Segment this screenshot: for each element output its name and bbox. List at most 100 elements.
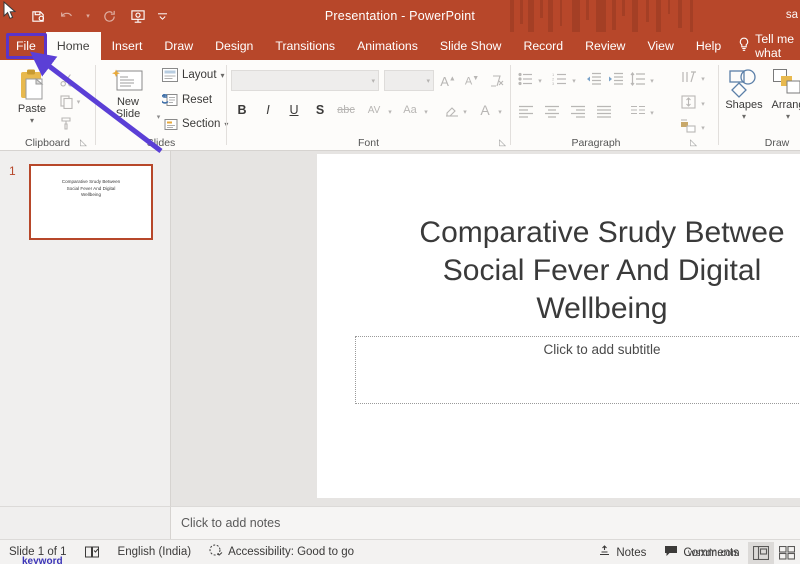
slide-sorter-icon[interactable] bbox=[774, 542, 800, 564]
font-color-label: A bbox=[480, 102, 490, 118]
change-case-button[interactable]: Aa bbox=[399, 100, 421, 120]
underline-button[interactable]: U bbox=[284, 100, 304, 120]
thumbnail-title-text: Comparative Srudy Between Social Fever A… bbox=[39, 179, 143, 199]
align-text-icon[interactable] bbox=[678, 93, 698, 111]
drawing-group-label: Draw bbox=[764, 137, 790, 149]
font-color-chevron-down-icon[interactable]: ▾ bbox=[495, 102, 505, 122]
paste-chevron-down-icon[interactable]: ▾ bbox=[30, 115, 34, 127]
undo-dropdown-chevron-icon[interactable]: ▾ bbox=[83, 3, 93, 29]
quick-access-toolbar[interactable]: ▾ bbox=[0, 0, 170, 32]
justify-icon[interactable] bbox=[595, 102, 613, 120]
bold-button[interactable]: B bbox=[232, 100, 252, 120]
account-name-partial[interactable]: sa bbox=[786, 9, 798, 21]
italic-button[interactable]: I bbox=[258, 100, 278, 120]
tab-help[interactable]: Help bbox=[685, 32, 732, 60]
paste-button[interactable]: Paste ▾ bbox=[8, 68, 56, 127]
tab-file[interactable]: File bbox=[6, 32, 46, 60]
clear-formatting-icon[interactable] bbox=[487, 71, 507, 91]
layout-button[interactable]: Layout ▾ bbox=[162, 68, 225, 82]
arrange-button[interactable]: Arrang ▾ bbox=[767, 68, 800, 123]
spell-check-icon[interactable] bbox=[76, 546, 109, 559]
font-name-input[interactable]: ▾ bbox=[231, 70, 379, 91]
tab-review[interactable]: Review bbox=[574, 32, 636, 60]
notes-toggle-button[interactable]: Notes bbox=[589, 544, 655, 561]
line-spacing-chevron-down-icon[interactable]: ▾ bbox=[647, 72, 657, 90]
start-slideshow-icon[interactable] bbox=[125, 3, 151, 29]
columns-chevron-down-icon[interactable]: ▾ bbox=[647, 104, 657, 122]
convert-to-smartart-icon[interactable] bbox=[678, 117, 698, 135]
status-accessibility[interactable]: Accessibility: Good to go bbox=[200, 544, 363, 561]
font-size-input[interactable]: ▾ bbox=[384, 70, 434, 91]
font-size-chevron-down-icon[interactable]: ▾ bbox=[426, 77, 433, 85]
slide-thumbnail-pane[interactable]: 1 Comparative Srudy Between Social Fever… bbox=[0, 151, 171, 506]
shapes-button[interactable]: Shapes ▾ bbox=[723, 68, 765, 123]
numbering-chevron-down-icon[interactable]: ▾ bbox=[569, 72, 579, 90]
slides-group-label: Slides bbox=[146, 137, 176, 149]
tab-home[interactable]: Home bbox=[45, 32, 101, 60]
copy-chevron-down-icon[interactable]: ▾ bbox=[74, 93, 83, 111]
shapes-chevron-down-icon[interactable]: ▾ bbox=[742, 111, 746, 123]
cut-icon[interactable] bbox=[58, 71, 76, 89]
text-direction-icon[interactable] bbox=[678, 68, 698, 86]
text-highlight-icon[interactable] bbox=[442, 100, 462, 120]
tab-record[interactable]: Record bbox=[512, 32, 574, 60]
align-right-icon[interactable] bbox=[569, 102, 587, 120]
undo-icon[interactable] bbox=[54, 3, 80, 29]
character-spacing-button[interactable]: AV bbox=[362, 100, 386, 120]
slide-title-line-3: Wellbeing bbox=[536, 292, 668, 325]
slide-thumbnail-1[interactable]: Comparative Srudy Between Social Fever A… bbox=[29, 164, 153, 240]
text-shadow-button[interactable]: S bbox=[310, 100, 330, 120]
line-spacing-icon[interactable] bbox=[629, 70, 647, 88]
strikethrough-label: abc bbox=[337, 104, 355, 116]
ribbon-group-paragraph: ▾ 1 2 3 ▾ ▾ ▾ Paragraph ◺ bbox=[511, 60, 701, 151]
decrease-indent-icon[interactable] bbox=[585, 70, 603, 88]
layout-chevron-down-icon[interactable]: ▾ bbox=[221, 71, 225, 80]
text-highlight-chevron-down-icon[interactable]: ▾ bbox=[460, 102, 470, 122]
redo-icon[interactable] bbox=[96, 3, 122, 29]
notes-pane[interactable]: Click to add notes bbox=[171, 506, 800, 539]
new-slide-button[interactable]: New Slide bbox=[102, 68, 154, 120]
tab-draw[interactable]: Draw bbox=[153, 32, 204, 60]
tab-animations[interactable]: Animations bbox=[346, 32, 429, 60]
clipboard-dialog-launcher[interactable]: ◺ bbox=[80, 137, 87, 148]
decrease-font-size-icon[interactable]: A▼ bbox=[462, 71, 482, 91]
increase-indent-icon[interactable] bbox=[607, 70, 625, 88]
reset-button[interactable]: Reset bbox=[162, 93, 212, 107]
columns-icon[interactable] bbox=[629, 102, 647, 120]
tab-view[interactable]: View bbox=[636, 32, 684, 60]
save-icon[interactable] bbox=[25, 3, 51, 29]
strikethrough-button[interactable]: abc bbox=[333, 100, 359, 120]
format-painter-icon[interactable] bbox=[58, 114, 76, 132]
numbering-icon[interactable]: 1 2 3 bbox=[551, 70, 569, 88]
status-language[interactable]: English (India) bbox=[109, 546, 201, 558]
change-case-chevron-down-icon[interactable]: ▾ bbox=[421, 102, 431, 122]
ribbon-tab-bar[interactable]: File Home Insert Draw Design Transitions… bbox=[0, 32, 800, 60]
tab-insert[interactable]: Insert bbox=[101, 32, 154, 60]
font-name-chevron-down-icon[interactable]: ▾ bbox=[371, 77, 378, 85]
tab-slide-show[interactable]: Slide Show bbox=[429, 32, 513, 60]
titlebar-decoration bbox=[500, 0, 800, 32]
section-button[interactable]: Section ▾ bbox=[162, 117, 228, 131]
font-dialog-launcher[interactable]: ◺ bbox=[499, 137, 506, 148]
site-watermark: wsxdn.com bbox=[688, 548, 740, 559]
normal-view-icon[interactable] bbox=[748, 541, 774, 564]
bullets-chevron-down-icon[interactable]: ▾ bbox=[535, 72, 545, 90]
slide-title-placeholder[interactable]: Comparative Srudy Betwee Social Fever An… bbox=[357, 214, 800, 328]
align-left-icon[interactable] bbox=[517, 102, 535, 120]
tab-design[interactable]: Design bbox=[204, 32, 264, 60]
align-center-icon[interactable] bbox=[543, 102, 561, 120]
character-spacing-chevron-down-icon[interactable]: ▾ bbox=[385, 102, 395, 122]
increase-font-size-icon[interactable]: A▲ bbox=[438, 71, 458, 91]
slide-editor[interactable]: Comparative Srudy Betwee Social Fever An… bbox=[317, 154, 800, 498]
keyword-peek-text: keyword bbox=[22, 556, 63, 564]
font-color-button[interactable]: A bbox=[475, 100, 495, 120]
tell-me-search[interactable]: Tell me what bbox=[732, 32, 800, 60]
customize-quick-access-icon[interactable] bbox=[154, 3, 170, 29]
slide-subtitle-placeholder[interactable]: Click to add subtitle bbox=[355, 336, 800, 404]
arrange-chevron-down-icon[interactable]: ▾ bbox=[786, 111, 790, 123]
smartart-chevron-down-icon[interactable]: ▾ bbox=[698, 119, 708, 137]
text-direction-chevron-down-icon[interactable]: ▾ bbox=[698, 70, 708, 88]
bullets-icon[interactable] bbox=[517, 70, 535, 88]
tab-transitions[interactable]: Transitions bbox=[264, 32, 346, 60]
align-text-chevron-down-icon[interactable]: ▾ bbox=[698, 95, 708, 113]
